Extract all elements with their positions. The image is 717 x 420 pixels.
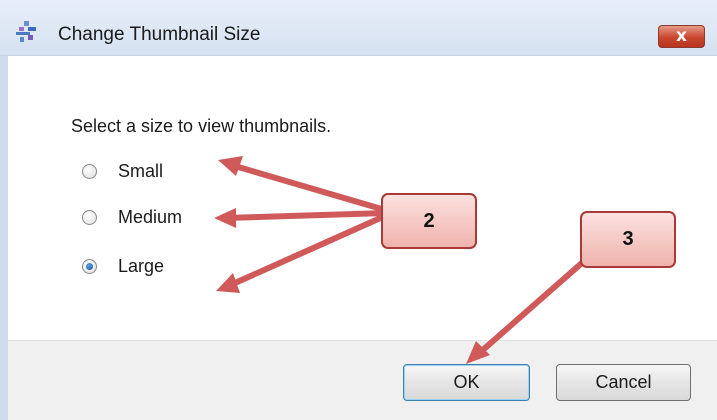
close-icon: x	[676, 26, 687, 46]
option-small[interactable]: Small	[82, 161, 163, 182]
size-prompt: Select a size to view thumbnails.	[71, 116, 332, 136]
callout-2: 2	[381, 193, 477, 249]
change-thumbnail-size-dialog: Change Thumbnail Size x Select a size to…	[0, 0, 717, 420]
dialog-content	[8, 56, 717, 340]
dialog-title: Change Thumbnail Size	[58, 24, 261, 45]
option-large[interactable]: Large	[82, 256, 164, 277]
small-radio[interactable]	[82, 164, 97, 179]
option-medium[interactable]: Medium	[82, 207, 182, 228]
thumbnail-app-icon	[16, 21, 36, 42]
small-label[interactable]: Small	[118, 161, 163, 182]
large-radio[interactable]	[82, 259, 97, 274]
medium-radio[interactable]	[82, 210, 97, 225]
large-label[interactable]: Large	[118, 256, 164, 277]
ok-button[interactable]: OK	[403, 364, 530, 401]
window-border	[0, 56, 8, 420]
title-bar[interactable]: Change Thumbnail Size x	[0, 0, 717, 56]
close-button[interactable]: x	[658, 25, 705, 48]
medium-label[interactable]: Medium	[118, 207, 182, 228]
cancel-button[interactable]: Cancel	[556, 364, 691, 401]
callout-3: 3	[580, 211, 676, 268]
